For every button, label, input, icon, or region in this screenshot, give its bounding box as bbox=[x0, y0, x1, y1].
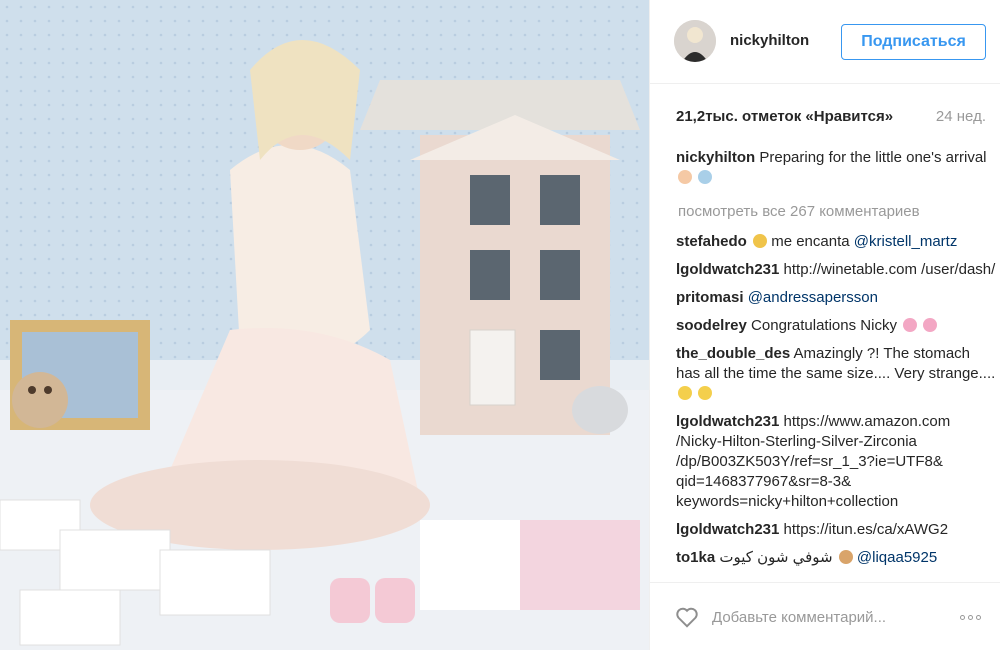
comment-mention[interactable]: @andressapersson bbox=[748, 289, 878, 306]
caption-text: Preparing for the little one's arrival bbox=[759, 149, 987, 166]
comment-text: Congratulations Nicky bbox=[751, 317, 902, 334]
ribbon-emoji-icon bbox=[923, 318, 938, 332]
post-stats: 21,2тыс. отметок «Нравится» 24 нед. bbox=[676, 108, 986, 125]
comment-item: lgoldwatch231 http://winetable.com /user… bbox=[676, 260, 996, 280]
post-photo[interactable] bbox=[0, 0, 649, 650]
comment-text: شوفي شون كيوت bbox=[719, 549, 837, 566]
comment-text: https://itun.es/ca/xAWG2 bbox=[783, 521, 949, 538]
heart-eyes-emoji-icon bbox=[753, 234, 768, 248]
comment-mention[interactable]: @liqaa5925 bbox=[857, 549, 937, 566]
comment-author[interactable]: the_double_des bbox=[676, 345, 790, 362]
follow-button[interactable]: Подписаться bbox=[841, 24, 986, 60]
heart-icon[interactable] bbox=[674, 604, 700, 630]
comment-author[interactable]: lgoldwatch231 bbox=[676, 261, 779, 278]
confused-emoji-icon bbox=[678, 386, 692, 400]
comment-mention[interactable]: @kristell_martz bbox=[854, 233, 958, 250]
post-image bbox=[0, 0, 649, 650]
comment-text: me encanta bbox=[771, 233, 854, 250]
post-header: nickyhilton Подписаться bbox=[650, 0, 1000, 84]
comment-item: the_double_des Amazingly ?! The stomach … bbox=[676, 344, 996, 404]
ribbon-emoji-icon bbox=[903, 318, 918, 332]
comment-author[interactable]: lgoldwatch231 bbox=[676, 521, 779, 538]
caption: nickyhilton Preparing for the little one… bbox=[676, 148, 996, 188]
more-options-icon[interactable] bbox=[960, 607, 988, 627]
comment-item: lgoldwatch231 https://itun.es/ca/xAWG2 bbox=[676, 520, 996, 540]
bottle-emoji-icon bbox=[698, 170, 713, 184]
comments-list[interactable]: nickyhilton Preparing for the little one… bbox=[676, 148, 996, 578]
comment-author[interactable]: lgoldwatch231 bbox=[676, 413, 779, 430]
comment-item: lgoldwatch231 https://www.amazon.com /Ni… bbox=[676, 412, 996, 512]
comment-item: pritomasi @andressapersson bbox=[676, 288, 996, 308]
comment-item: stefahedo me encanta @kristell_martz bbox=[676, 232, 996, 252]
comment-item: to1ka شوفي شون كيوت @liqaa5925 bbox=[676, 548, 996, 568]
caption-author[interactable]: nickyhilton bbox=[676, 149, 755, 166]
likes-count[interactable]: 21,2тыс. отметок «Нравится» bbox=[676, 108, 893, 125]
unamused-emoji-icon bbox=[698, 386, 713, 400]
load-more-comments[interactable]: посмотреть все 267 комментариев bbox=[678, 202, 996, 222]
post-username[interactable]: nickyhilton bbox=[730, 32, 809, 49]
baby-emoji-icon bbox=[678, 170, 692, 184]
comment-footer bbox=[650, 582, 1000, 650]
monkey-emoji-icon bbox=[838, 550, 853, 564]
post-timestamp[interactable]: 24 нед. bbox=[936, 108, 986, 125]
comment-text: http://winetable.com /user/dash/ bbox=[783, 261, 996, 278]
comment-item: soodelrey Congratulations Nicky bbox=[676, 316, 996, 336]
comment-author[interactable]: stefahedo bbox=[676, 233, 747, 250]
comment-author[interactable]: to1ka bbox=[676, 549, 715, 566]
post-panel: nickyhilton Подписаться 21,2тыс. отметок… bbox=[649, 0, 1000, 650]
comment-author[interactable]: soodelrey bbox=[676, 317, 747, 334]
avatar[interactable] bbox=[674, 20, 716, 62]
comment-author[interactable]: pritomasi bbox=[676, 289, 744, 306]
comment-input[interactable] bbox=[712, 605, 932, 629]
